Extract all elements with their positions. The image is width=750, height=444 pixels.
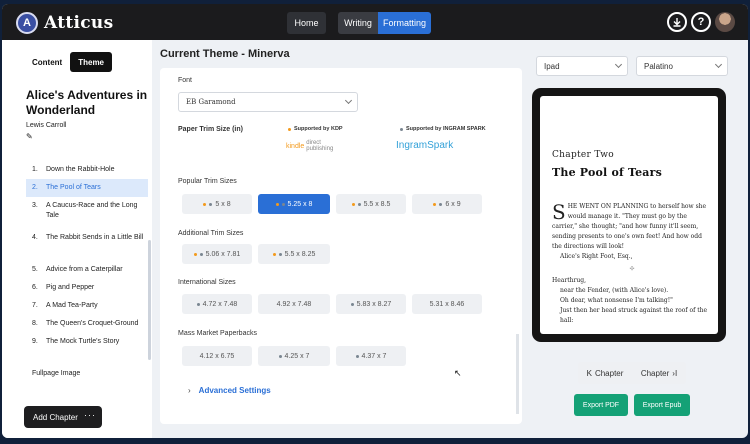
- device-select-value: Ipad: [544, 61, 560, 71]
- atticus-app: A Atticus Home Writing Formatting ? Cont…: [2, 4, 748, 438]
- more-options-icon[interactable]: ···: [84, 410, 96, 420]
- trim-size-button[interactable]: 4.12 x 6.75: [182, 346, 252, 366]
- chapter-item[interactable]: 8. The Queen's Croquet-Ground: [26, 315, 148, 333]
- preview-chapter-number: Chapter Two: [552, 150, 615, 160]
- ingram-legend: Supported by INGRAM SPARK: [400, 126, 486, 132]
- chapter-item[interactable]: 5. Advice from a Caterpillar: [26, 261, 148, 279]
- chapter-item[interactable]: 6. Pig and Pepper: [26, 279, 148, 297]
- drop-cap: S: [552, 200, 566, 224]
- trim-size-label: Paper Trim Size (in): [178, 126, 243, 133]
- ingramspark-logo: IngramSpark: [396, 140, 454, 151]
- edit-pen-icon[interactable]: ✎: [26, 132, 33, 141]
- international-sizes-label: International Sizes: [178, 279, 236, 286]
- sidebar: Content Theme Alice's Adventures in Wond…: [2, 40, 152, 438]
- app-logo[interactable]: A Atticus: [16, 12, 113, 34]
- theme-settings-panel: Font EB Garamond Paper Trim Size (in) Su…: [160, 68, 522, 424]
- trim-size-button[interactable]: 5 x 8: [182, 194, 252, 214]
- download-icon[interactable]: [667, 12, 687, 32]
- preview-page: Chapter Two The Pool of Tears S HE WENT O…: [540, 96, 718, 334]
- tab-theme[interactable]: Theme: [70, 52, 113, 72]
- chapter-item-active[interactable]: 2. The Pool of Tears: [26, 179, 148, 197]
- trim-size-button[interactable]: 4.72 x 7.48: [182, 294, 252, 314]
- book-author: Lewis Carroll: [26, 122, 67, 129]
- chapter-item[interactable]: 3. A Caucus-Race and the Long Tale: [26, 197, 148, 229]
- add-chapter-button[interactable]: Add Chapter ···: [24, 406, 102, 428]
- formatting-tab[interactable]: Formatting: [378, 12, 431, 34]
- trim-size-button[interactable]: 4.25 x 7: [258, 346, 330, 366]
- trim-size-button[interactable]: 4.92 x 7.48: [258, 294, 330, 314]
- export-epub-button[interactable]: Export Epub: [634, 394, 690, 416]
- chevron-down-icon: [714, 60, 723, 69]
- mass-market-label: Mass Market Paperbacks: [178, 330, 257, 337]
- panel-scrollbar[interactable]: [516, 334, 519, 414]
- fullpage-image-item[interactable]: Fullpage Image: [32, 370, 80, 377]
- trim-size-button[interactable]: 5.06 x 7.81: [182, 244, 252, 264]
- font-select[interactable]: EB Garamond: [178, 92, 358, 112]
- chapter-item[interactable]: 1. Down the Rabbit-Hole: [26, 161, 148, 179]
- font-label: Font: [178, 77, 193, 84]
- trim-size-button-selected[interactable]: 5.25 x 8: [258, 194, 330, 214]
- add-chapter-label: Add Chapter: [33, 412, 78, 422]
- chevron-down-icon: [614, 60, 623, 69]
- previous-chapter-button[interactable]: K Chapter: [578, 362, 632, 384]
- screen-frame: A Atticus Home Writing Formatting ? Cont…: [0, 0, 750, 444]
- mouse-cursor-icon: ↖: [454, 368, 462, 378]
- home-button[interactable]: Home: [287, 12, 326, 34]
- avatar[interactable]: [715, 12, 735, 32]
- font-select-value: EB Garamond: [186, 98, 236, 106]
- chapter-navigation: K Chapter Chapter ›I: [578, 362, 686, 384]
- chapter-list: 1. Down the Rabbit-Hole 2. The Pool of Tea…: [26, 161, 148, 351]
- next-chapter-button[interactable]: Chapter ›I: [632, 362, 686, 384]
- app-name: Atticus: [44, 13, 114, 33]
- trim-size-button[interactable]: 4.37 x 7: [336, 346, 406, 366]
- chevron-right-icon: ›: [188, 386, 191, 395]
- advanced-settings-toggle[interactable]: › Advanced Settings: [188, 386, 271, 395]
- top-bar: A Atticus Home Writing Formatting ?: [2, 4, 748, 40]
- trim-size-button[interactable]: 5.31 x 8.46: [412, 294, 482, 314]
- advanced-settings-label: Advanced Settings: [198, 386, 271, 395]
- preview-body: S HE WENT ON PLANNING to herself how she …: [552, 202, 712, 326]
- trim-size-button[interactable]: 6 x 9: [412, 194, 482, 214]
- previous-icon: K: [586, 368, 592, 378]
- export-pdf-button[interactable]: Export PDF: [574, 394, 628, 416]
- additional-sizes-label: Additional Trim Sizes: [178, 230, 244, 237]
- kdp-dot-icon: [288, 127, 291, 131]
- chevron-down-icon: [344, 96, 353, 105]
- kdp-legend: Supported by KDP: [288, 126, 343, 132]
- preview-chapter-title: The Pool of Tears: [552, 166, 663, 179]
- preview-font-value: Palatino: [644, 61, 673, 71]
- trim-size-button[interactable]: 5.5 x 8.5: [336, 194, 406, 214]
- ornament-icon: ⊹: [629, 265, 635, 272]
- kdp-logo: kindle direct publishing: [286, 140, 334, 152]
- device-select[interactable]: Ipad: [536, 56, 628, 76]
- chapter-item[interactable]: 9. The Mock Turtle's Story: [26, 333, 148, 351]
- sidebar-tabs: Content Theme: [24, 52, 113, 72]
- next-icon: ›I: [672, 368, 678, 378]
- chapter-item[interactable]: 4. The Rabbit Sends in a Little Bill: [26, 229, 148, 261]
- popular-sizes-label: Popular Trim Sizes: [178, 178, 237, 185]
- tab-content[interactable]: Content: [24, 52, 71, 72]
- current-theme-title: Current Theme - Minerva: [160, 48, 290, 60]
- trim-size-button[interactable]: 5.83 x 8.27: [336, 294, 406, 314]
- tablet-preview: Chapter Two The Pool of Tears S HE WENT O…: [532, 88, 726, 342]
- atticus-logo-icon: A: [16, 12, 38, 34]
- help-icon[interactable]: ?: [691, 12, 711, 32]
- preview-font-select[interactable]: Palatino: [636, 56, 728, 76]
- trim-size-button[interactable]: 5.5 x 8.25: [258, 244, 330, 264]
- book-title: Alice's Adventures in Wonderland: [26, 88, 148, 117]
- writing-tab[interactable]: Writing: [338, 12, 378, 34]
- ingram-dot-icon: [400, 127, 403, 131]
- chapter-item[interactable]: 7. A Mad Tea-Party: [26, 297, 148, 315]
- sidebar-scrollbar[interactable]: [148, 240, 151, 360]
